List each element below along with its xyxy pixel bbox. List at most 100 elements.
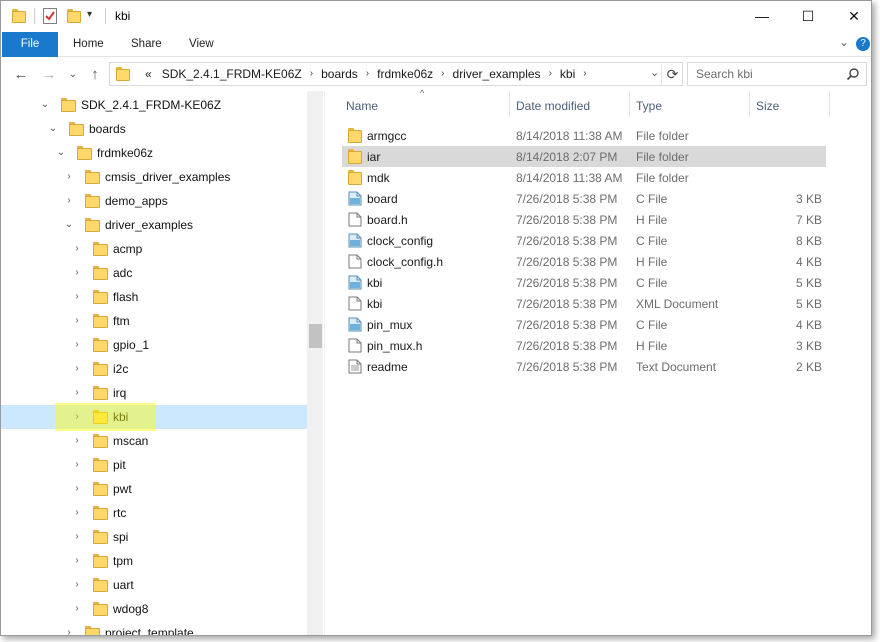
tree-item[interactable]: › wdog8 — [1, 597, 307, 621]
chevron-right-icon[interactable]: › — [71, 363, 83, 375]
tree-item[interactable]: ⌄ driver_examples — [1, 213, 307, 237]
breadcrumb-separator-icon[interactable]: › — [307, 63, 316, 85]
chevron-right-icon[interactable]: › — [71, 555, 83, 567]
back-button[interactable]: ← — [11, 64, 31, 84]
breadcrumb-item[interactable]: kbi — [555, 63, 580, 85]
tree-item[interactable]: › acmp — [1, 237, 307, 261]
tree-item[interactable]: › adc — [1, 261, 307, 285]
chevron-right-icon[interactable]: › — [71, 435, 83, 447]
chevron-right-icon[interactable]: › — [71, 243, 83, 255]
chevron-right-icon[interactable]: › — [63, 195, 75, 207]
file-row[interactable]: mdk 8/14/2018 11:38 AM File folder — [342, 167, 826, 188]
chevron-down-icon[interactable]: ⌄ — [39, 99, 51, 111]
tab-file[interactable]: File — [2, 32, 58, 57]
column-header-date[interactable]: Date modified — [510, 91, 630, 117]
column-header-name[interactable]: Name — [340, 91, 510, 117]
tree-item[interactable]: › irq — [1, 381, 307, 405]
properties-icon[interactable] — [43, 8, 57, 24]
expand-ribbon-icon[interactable]: ⌄ — [839, 35, 849, 49]
file-type: H File — [636, 339, 668, 353]
minimize-button[interactable]: — — [739, 1, 785, 31]
chevron-right-icon[interactable]: › — [71, 603, 83, 615]
tree-item[interactable]: › pwt — [1, 477, 307, 501]
scrollbar-thumb[interactable] — [309, 324, 322, 348]
chevron-down-icon[interactable]: ⌄ — [55, 147, 67, 159]
file-row[interactable]: pin_mux.h 7/26/2018 5:38 PM H File 3 KB — [342, 335, 826, 356]
tree-item[interactable]: › cmsis_driver_examples — [1, 165, 307, 189]
file-row[interactable]: clock_config.h 7/26/2018 5:38 PM H File … — [342, 251, 826, 272]
breadcrumb-overflow[interactable]: « — [140, 63, 157, 85]
help-icon[interactable]: ? — [856, 37, 870, 51]
chevron-right-icon[interactable]: › — [71, 339, 83, 351]
new-folder-icon[interactable] — [67, 9, 81, 23]
quick-access-dropdown[interactable]: ▾ — [87, 9, 92, 20]
tree-item[interactable]: › tpm — [1, 549, 307, 573]
file-row[interactable]: readme 7/26/2018 5:38 PM Text Document 2… — [342, 356, 826, 377]
breadcrumb-item[interactable]: boards — [316, 63, 363, 85]
tree-item[interactable]: ⌄ boards — [1, 117, 307, 141]
close-button[interactable]: ✕ — [831, 1, 871, 31]
address-dropdown-icon[interactable]: ⌄ — [650, 66, 659, 79]
file-row[interactable]: pin_mux 7/26/2018 5:38 PM C File 4 KB — [342, 314, 826, 335]
file-row[interactable]: board 7/26/2018 5:38 PM C File 3 KB — [342, 188, 826, 209]
breadcrumb-separator-icon[interactable]: › — [580, 63, 589, 85]
chevron-right-icon[interactable]: › — [71, 267, 83, 279]
search-icon[interactable] — [846, 67, 860, 81]
maximize-button[interactable]: ☐ — [785, 1, 831, 31]
chevron-right-icon[interactable]: › — [71, 579, 83, 591]
tree-item[interactable]: ⌄ frdmke06z — [1, 141, 307, 165]
close-icon: ✕ — [848, 7, 860, 24]
column-header-type[interactable]: Type — [630, 91, 750, 117]
tree-item[interactable]: › demo_apps — [1, 189, 307, 213]
chevron-down-icon[interactable]: ⌄ — [47, 123, 59, 135]
up-button[interactable]: ↑ — [85, 64, 105, 84]
breadcrumb-item[interactable]: driver_examples — [448, 63, 546, 85]
tree-item[interactable]: › uart — [1, 573, 307, 597]
recent-locations-button[interactable]: ⌄ — [63, 64, 83, 84]
tree-item[interactable]: › pit — [1, 453, 307, 477]
chevron-right-icon[interactable]: › — [71, 315, 83, 327]
column-header-size[interactable]: Size — [750, 91, 830, 117]
chevron-right-icon[interactable]: › — [71, 291, 83, 303]
tree-item[interactable]: › i2c — [1, 357, 307, 381]
search-input[interactable] — [688, 63, 838, 85]
breadcrumb-separator-icon[interactable]: › — [363, 63, 372, 85]
chevron-right-icon[interactable]: › — [71, 387, 83, 399]
tree-item[interactable]: › gpio_1 — [1, 333, 307, 357]
tab-view[interactable]: View — [189, 32, 214, 57]
tree-item[interactable]: › spi — [1, 525, 307, 549]
file-type: XML Document — [636, 297, 719, 311]
folder-icon — [77, 146, 92, 160]
folder-icon — [85, 194, 100, 208]
file-date: 7/26/2018 5:38 PM — [516, 318, 618, 332]
tree-item[interactable]: › mscan — [1, 429, 307, 453]
forward-button[interactable]: → — [39, 64, 59, 84]
tree-scrollbar[interactable] — [307, 91, 323, 635]
breadcrumb-item[interactable]: frdmke06z — [372, 63, 438, 85]
chevron-right-icon[interactable]: › — [71, 459, 83, 471]
tree-item[interactable]: › flash — [1, 285, 307, 309]
refresh-button[interactable]: ⟳ — [661, 62, 683, 86]
breadcrumb-item[interactable]: SDK_2.4.1_FRDM-KE06Z — [157, 63, 307, 85]
breadcrumb-separator-icon[interactable]: › — [438, 63, 447, 85]
chevron-right-icon[interactable]: › — [63, 171, 75, 183]
address-bar[interactable]: « SDK_2.4.1_FRDM-KE06Z › boards › frdmke06… — [109, 62, 683, 86]
file-row[interactable]: kbi 7/26/2018 5:38 PM XML Document 5 KB — [342, 293, 826, 314]
chevron-right-icon[interactable]: › — [71, 507, 83, 519]
file-row[interactable]: kbi 7/26/2018 5:38 PM C File 5 KB — [342, 272, 826, 293]
file-row[interactable]: board.h 7/26/2018 5:38 PM H File 7 KB — [342, 209, 826, 230]
file-row-selected[interactable]: iar 8/14/2018 2:07 PM File folder — [342, 146, 826, 167]
chevron-down-icon[interactable]: ⌄ — [63, 219, 75, 231]
file-row[interactable]: armgcc 8/14/2018 11:38 AM File folder — [342, 125, 826, 146]
tree-item[interactable]: › rtc — [1, 501, 307, 525]
tab-home[interactable]: Home — [73, 32, 104, 57]
tab-share[interactable]: Share — [131, 32, 162, 57]
chevron-right-icon[interactable]: › — [63, 627, 75, 635]
tree-item[interactable]: ⌄ SDK_2.4.1_FRDM-KE06Z — [1, 93, 307, 117]
breadcrumb-separator-icon[interactable]: › — [546, 63, 555, 85]
tree-item[interactable]: › ftm — [1, 309, 307, 333]
chevron-right-icon[interactable]: › — [71, 531, 83, 543]
tree-item[interactable]: › project_template — [1, 621, 307, 635]
chevron-right-icon[interactable]: › — [71, 483, 83, 495]
file-row[interactable]: clock_config 7/26/2018 5:38 PM C File 8 … — [342, 230, 826, 251]
